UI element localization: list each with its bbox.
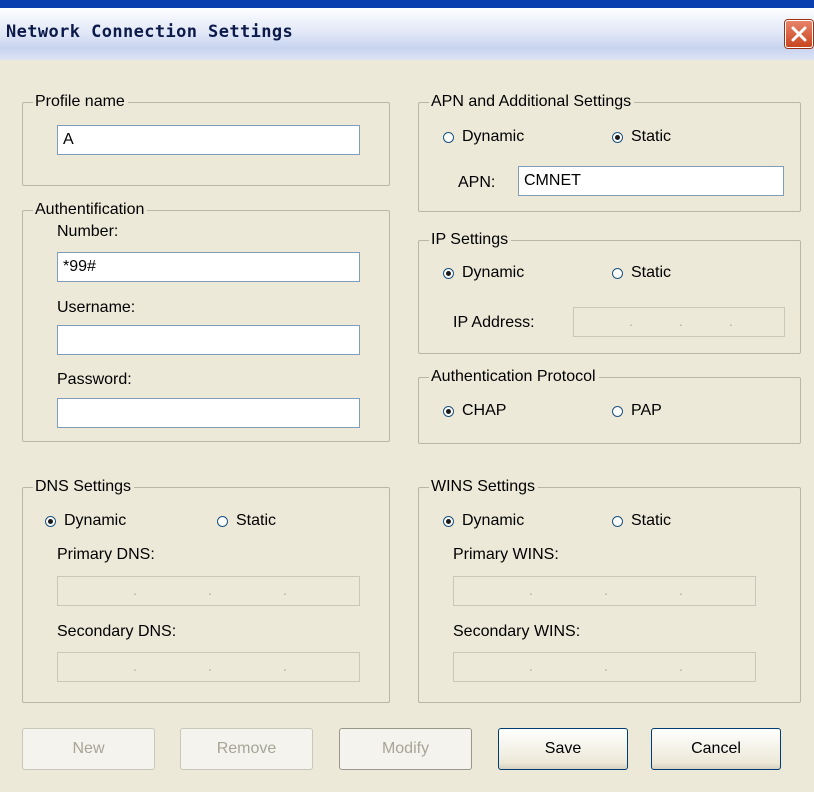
radio-circle bbox=[443, 131, 454, 143]
remove-button[interactable]: Remove bbox=[180, 728, 313, 770]
profile-name-field[interactable] bbox=[57, 125, 360, 155]
radio-circle bbox=[217, 515, 228, 527]
apn-field[interactable] bbox=[518, 166, 784, 196]
apn-label: APN: bbox=[458, 174, 496, 191]
modify-button[interactable]: Modify bbox=[339, 728, 472, 770]
wins-dynamic-radio[interactable]: Dynamic bbox=[443, 512, 524, 530]
number-field[interactable] bbox=[57, 252, 360, 282]
dns-legend: DNS Settings bbox=[33, 477, 135, 497]
dns-static-radio[interactable]: Static bbox=[217, 512, 276, 530]
close-button[interactable] bbox=[785, 20, 813, 48]
save-button[interactable]: Save bbox=[498, 728, 628, 770]
window-title: Network Connection Settings bbox=[6, 22, 294, 42]
secondary-wins-label: Secondary WINS: bbox=[453, 623, 581, 640]
apn-legend: APN and Additional Settings bbox=[429, 92, 635, 112]
radio-circle bbox=[443, 405, 454, 417]
username-field[interactable] bbox=[57, 325, 360, 355]
radio-circle bbox=[612, 515, 623, 527]
auth-legend: Authentification bbox=[33, 200, 148, 220]
secondary-dns-field[interactable]: ... bbox=[57, 652, 360, 682]
number-label: Number: bbox=[57, 223, 119, 240]
radio-circle bbox=[443, 267, 454, 279]
wins-legend: WINS Settings bbox=[429, 477, 539, 497]
secondary-wins-field[interactable]: ... bbox=[453, 652, 756, 682]
ip-dynamic-radio[interactable]: Dynamic bbox=[443, 264, 524, 282]
chap-radio[interactable]: CHAP bbox=[443, 402, 506, 420]
ip-address-label: IP Address: bbox=[453, 314, 535, 331]
radio-circle bbox=[612, 267, 623, 279]
pap-radio[interactable]: PAP bbox=[612, 402, 662, 420]
radio-circle bbox=[45, 515, 56, 527]
primary-dns-field[interactable]: ... bbox=[57, 576, 360, 606]
password-label: Password: bbox=[57, 371, 132, 388]
auth-protocol-legend: Authentication Protocol bbox=[429, 367, 599, 387]
dns-dynamic-radio[interactable]: Dynamic bbox=[45, 512, 126, 530]
apn-static-radio[interactable]: Static bbox=[612, 128, 671, 146]
cancel-button[interactable]: Cancel bbox=[651, 728, 781, 770]
radio-circle bbox=[612, 405, 623, 417]
title-bar: Network Connection Settings bbox=[0, 0, 814, 60]
ip-address-field[interactable]: ... bbox=[573, 307, 785, 337]
profile-legend: Profile name bbox=[33, 92, 128, 112]
new-button[interactable]: New bbox=[22, 728, 155, 770]
radio-circle bbox=[443, 515, 454, 527]
apn-dynamic-radio[interactable]: Dynamic bbox=[443, 128, 524, 146]
secondary-dns-label: Secondary DNS: bbox=[57, 623, 177, 640]
close-icon bbox=[791, 26, 807, 42]
primary-wins-field[interactable]: ... bbox=[453, 576, 756, 606]
primary-wins-label: Primary WINS: bbox=[453, 546, 559, 563]
ip-legend: IP Settings bbox=[429, 230, 512, 250]
password-field[interactable] bbox=[57, 398, 360, 428]
username-label: Username: bbox=[57, 299, 136, 316]
wins-static-radio[interactable]: Static bbox=[612, 512, 671, 530]
ip-static-radio[interactable]: Static bbox=[612, 264, 671, 282]
radio-circle bbox=[612, 131, 623, 143]
primary-dns-label: Primary DNS: bbox=[57, 546, 155, 563]
